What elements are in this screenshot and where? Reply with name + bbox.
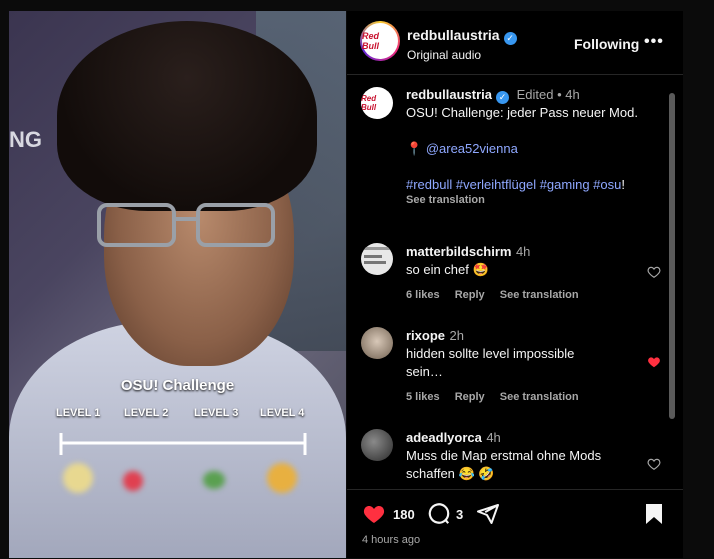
level-4-label: LEVEL 4 — [260, 407, 305, 419]
comment-body: matterbildschirm 4h so ein chef 🤩 6 like… — [406, 243, 636, 301]
page-margin — [683, 11, 714, 558]
caption-verified-icon: ✓ — [495, 91, 509, 104]
post-panel: Red Bull redbullaustria ✓ Original audio … — [347, 11, 683, 558]
caption-dot: • — [557, 87, 562, 102]
heart-filled-icon[interactable] — [647, 355, 661, 369]
caption-avatar-text: Red Bull — [361, 94, 377, 112]
comments-scroll-area[interactable]: Red Bull redbullaustria ✓ Edited • 4h OSU… — [347, 75, 683, 489]
level-2-emoji — [123, 471, 143, 491]
level-4-emoji — [267, 463, 297, 493]
heart-outline-icon[interactable] — [647, 265, 661, 279]
glasses-graphic — [97, 203, 275, 247]
comment-body: rixope 2h hidden sollte level impossible… — [406, 327, 636, 403]
caption-time: 4h — [565, 87, 580, 102]
scrollbar[interactable] — [669, 93, 675, 419]
avatar-text: Red Bull — [362, 31, 380, 51]
comment-see-translation[interactable]: See translation — [500, 391, 579, 403]
like-count[interactable]: 180 — [393, 507, 415, 522]
comment-username[interactable]: matterbildschirm — [406, 244, 511, 259]
following-button[interactable]: Following — [574, 36, 639, 52]
post-time-ago: 4 hours ago — [362, 534, 421, 546]
comment-avatar[interactable] — [361, 243, 393, 275]
more-options-icon[interactable]: ••• — [644, 33, 664, 51]
level-1-emoji — [63, 463, 93, 493]
share-send-icon[interactable] — [476, 502, 500, 526]
author-info: redbullaustria ✓ Original audio — [407, 27, 517, 62]
bookmark-icon[interactable] — [644, 502, 664, 526]
level-2-label: LEVEL 2 — [124, 407, 169, 419]
verified-badge-icon: ✓ — [503, 32, 517, 45]
comment-text: Muss die Map erstmal ohne Mods schaffen … — [406, 448, 602, 481]
caption-body: redbullaustria ✓ Edited • 4h OSU! Challen… — [406, 87, 651, 206]
caption-text: OSU! Challenge: jeder Pass neuer Mod. — [406, 105, 638, 120]
person-hair — [57, 21, 317, 211]
comment-count[interactable]: 3 — [456, 507, 463, 522]
edited-label: Edited — [516, 87, 554, 102]
caption-see-translation[interactable]: See translation — [406, 194, 651, 206]
video-overlay-title: OSU! Challenge — [120, 377, 235, 394]
comment-avatar[interactable] — [361, 327, 393, 359]
comment-username[interactable]: adeadlyorca — [406, 430, 482, 445]
comment-time: 4h — [486, 430, 501, 445]
comment-username[interactable]: rixope — [406, 328, 445, 343]
like-heart-icon[interactable] — [361, 502, 387, 526]
comment-text: hidden sollte level impossible sein… — [406, 346, 575, 379]
hashtags-link[interactable]: #redbull #verleihtflügel #gaming #osu — [406, 177, 621, 192]
background-logo-text: NG — [9, 127, 42, 152]
action-bar: 180 3 4 hours ago — [347, 489, 683, 559]
caption-avatar[interactable]: Red Bull — [361, 87, 393, 119]
author-username[interactable]: redbullaustria — [407, 27, 500, 43]
level-3-emoji — [203, 471, 225, 489]
author-avatar[interactable]: Red Bull — [360, 21, 400, 61]
comment-likes[interactable]: 5 likes — [406, 391, 440, 403]
location-pin-icon: 📍 — [406, 141, 423, 156]
comment-time: 4h — [515, 244, 531, 259]
comment-avatar[interactable] — [361, 429, 393, 461]
caption-username[interactable]: redbullaustria — [406, 87, 492, 102]
comment-reply-button[interactable]: Reply — [455, 391, 485, 403]
comment-text: so ein chef 🤩 — [406, 262, 489, 277]
reel-video[interactable]: NG OSU! Challenge LEVEL 1 LEVEL 2 LEVEL … — [9, 11, 346, 558]
comment-likes[interactable]: 6 likes — [406, 289, 440, 301]
post-header: Red Bull redbullaustria ✓ Original audio … — [347, 11, 683, 75]
redbull-logo: Red Bull — [362, 23, 398, 59]
mention-link[interactable]: @area52vienna — [426, 141, 518, 156]
heart-outline-icon[interactable] — [647, 457, 661, 471]
level-line-graphic — [59, 433, 307, 455]
comment-see-translation[interactable]: See translation — [500, 289, 579, 301]
hashtags-end: ! — [621, 177, 625, 192]
comment-body: adeadlyorca 4h Muss die Map erstmal ohne… — [406, 429, 636, 483]
audio-label[interactable]: Original audio — [407, 48, 517, 62]
comment-reply-button[interactable]: Reply — [455, 289, 485, 301]
level-3-label: LEVEL 3 — [194, 407, 239, 419]
comment-bubble-icon[interactable] — [426, 501, 452, 527]
level-1-label: LEVEL 1 — [56, 407, 101, 419]
comment-time: 2h — [449, 328, 464, 343]
